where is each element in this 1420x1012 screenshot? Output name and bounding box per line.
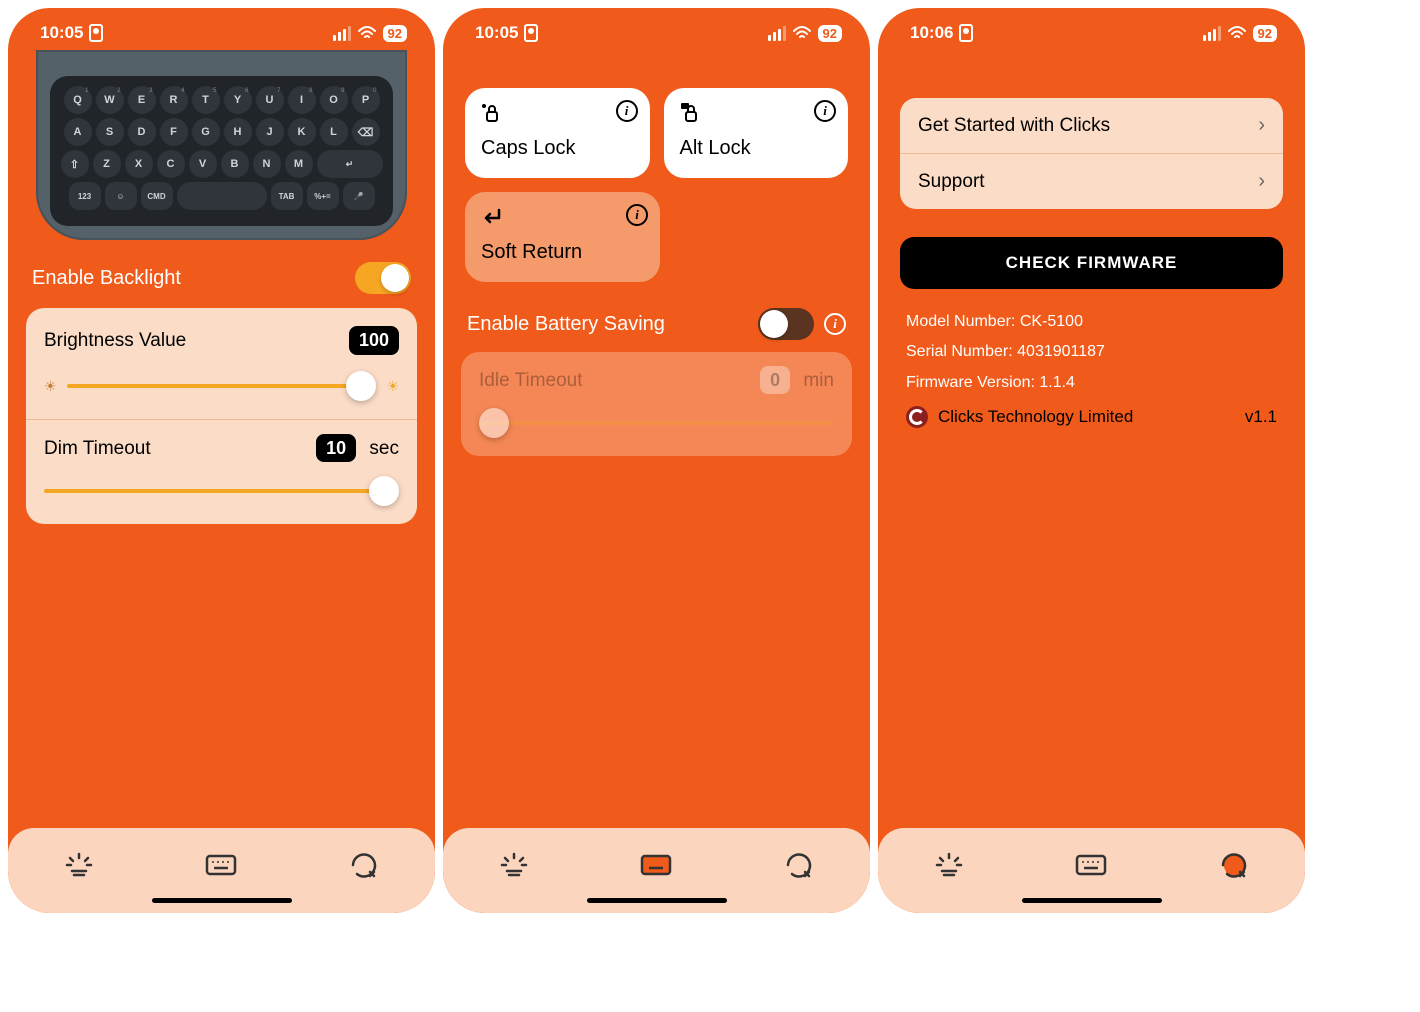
idle-panel: Idle Timeout 0 min [461, 352, 852, 456]
profile-icon [959, 24, 973, 42]
home-indicator [1022, 898, 1162, 903]
soft-return-label: Soft Return [481, 241, 644, 264]
get-started-link[interactable]: Get Started with Clicks › [900, 98, 1283, 153]
idle-timeout-value: 0 [760, 366, 790, 394]
brightness-panel: Brightness Value 100 ☀ ☀ Dim Timeout 10 [26, 308, 417, 524]
app-version: v1.1 [1245, 407, 1277, 427]
brand-name: Clicks Technology Limited [938, 407, 1133, 427]
status-bar: 10:05 92 [443, 8, 870, 58]
signal-icon [768, 26, 786, 41]
info-icon[interactable]: i [824, 313, 846, 335]
info-icon[interactable]: i [626, 204, 648, 226]
dim-timeout-unit: sec [369, 438, 399, 459]
status-time: 10:05 [40, 23, 83, 43]
chevron-right-icon: › [1258, 114, 1265, 137]
brightness-slider[interactable] [67, 371, 377, 401]
bottom-nav [8, 828, 435, 913]
support-label: Support [918, 171, 985, 193]
battery-saving-label: Enable Battery Saving [467, 313, 665, 336]
nav-keyboard[interactable] [631, 840, 681, 890]
home-indicator [152, 898, 292, 903]
home-indicator [587, 898, 727, 903]
nav-settings[interactable] [339, 840, 389, 890]
brightness-value: 100 [349, 326, 399, 355]
dim-timeout-value: 10 [316, 434, 356, 462]
idle-timeout-slider[interactable] [479, 408, 834, 438]
idle-timeout-unit: min [803, 370, 834, 391]
alt-lock-icon [680, 102, 702, 124]
screen-keyboard-opts: 10:05 92 i Caps Lock i Alt Lock i Soft [443, 8, 870, 913]
nav-backlight[interactable] [489, 840, 539, 890]
nav-settings[interactable] [774, 840, 824, 890]
sun-dim-icon: ☀ [44, 378, 57, 395]
nav-settings[interactable] [1209, 840, 1259, 890]
keyboard-illustration: Q1W2E3R4T5Y6U7I8O9P0 ASDFGHJKL⌫ ⇧ZXCVBNM… [36, 50, 407, 240]
alt-lock-card[interactable]: i Alt Lock [664, 88, 849, 178]
info-icon[interactable]: i [616, 100, 638, 122]
wifi-icon [1228, 26, 1246, 40]
bottom-nav [878, 828, 1305, 913]
dim-timeout-label: Dim Timeout [44, 438, 151, 460]
idle-timeout-label: Idle Timeout [479, 370, 583, 392]
status-time: 10:06 [910, 23, 953, 43]
nav-keyboard[interactable] [196, 840, 246, 890]
info-icon[interactable]: i [814, 100, 836, 122]
get-started-label: Get Started with Clicks [918, 115, 1110, 137]
brightness-label: Brightness Value [44, 330, 186, 352]
model-number: Model Number: CK-5100 [906, 307, 1277, 337]
support-link[interactable]: Support › [900, 154, 1283, 209]
screen-backlight: 10:05 92 Q1W2E3R4T5Y6U7I8O9P0 ASDFGHJKL⌫… [8, 8, 435, 913]
wifi-icon [793, 26, 811, 40]
links-list: Get Started with Clicks › Support › [900, 98, 1283, 209]
signal-icon [333, 26, 351, 41]
nav-backlight[interactable] [54, 840, 104, 890]
wifi-icon [358, 26, 376, 40]
signal-icon [1203, 26, 1221, 41]
status-bar: 10:06 92 [878, 8, 1305, 58]
soft-return-card[interactable]: i Soft Return [465, 192, 660, 282]
return-icon [481, 206, 503, 228]
chevron-right-icon: › [1258, 170, 1265, 193]
alt-lock-label: Alt Lock [680, 137, 833, 160]
battery-saving-toggle[interactable] [758, 308, 814, 340]
nav-backlight[interactable] [924, 840, 974, 890]
sun-bright-icon: ☀ [386, 378, 399, 395]
serial-number: Serial Number: 4031901187 [906, 337, 1277, 367]
battery-badge: 92 [1253, 25, 1277, 42]
enable-backlight-label: Enable Backlight [32, 267, 181, 290]
caps-lock-card[interactable]: i Caps Lock [465, 88, 650, 178]
check-firmware-button[interactable]: CHECK FIRMWARE [900, 237, 1283, 289]
dim-timeout-slider[interactable] [44, 476, 399, 506]
profile-icon [524, 24, 538, 42]
bottom-nav [443, 828, 870, 913]
firmware-version: Firmware Version: 1.1.4 [906, 368, 1277, 398]
device-info: Model Number: CK-5100 Serial Number: 403… [896, 307, 1287, 398]
profile-icon [89, 24, 103, 42]
nav-keyboard[interactable] [1066, 840, 1116, 890]
battery-badge: 92 [383, 25, 407, 42]
caps-lock-label: Caps Lock [481, 137, 634, 160]
caps-lock-icon [481, 102, 503, 124]
enable-backlight-toggle[interactable] [355, 262, 411, 294]
status-time: 10:05 [475, 23, 518, 43]
screen-about: 10:06 92 Get Started with Clicks › Suppo… [878, 8, 1305, 913]
brand-logo-icon [906, 406, 928, 428]
battery-badge: 92 [818, 25, 842, 42]
